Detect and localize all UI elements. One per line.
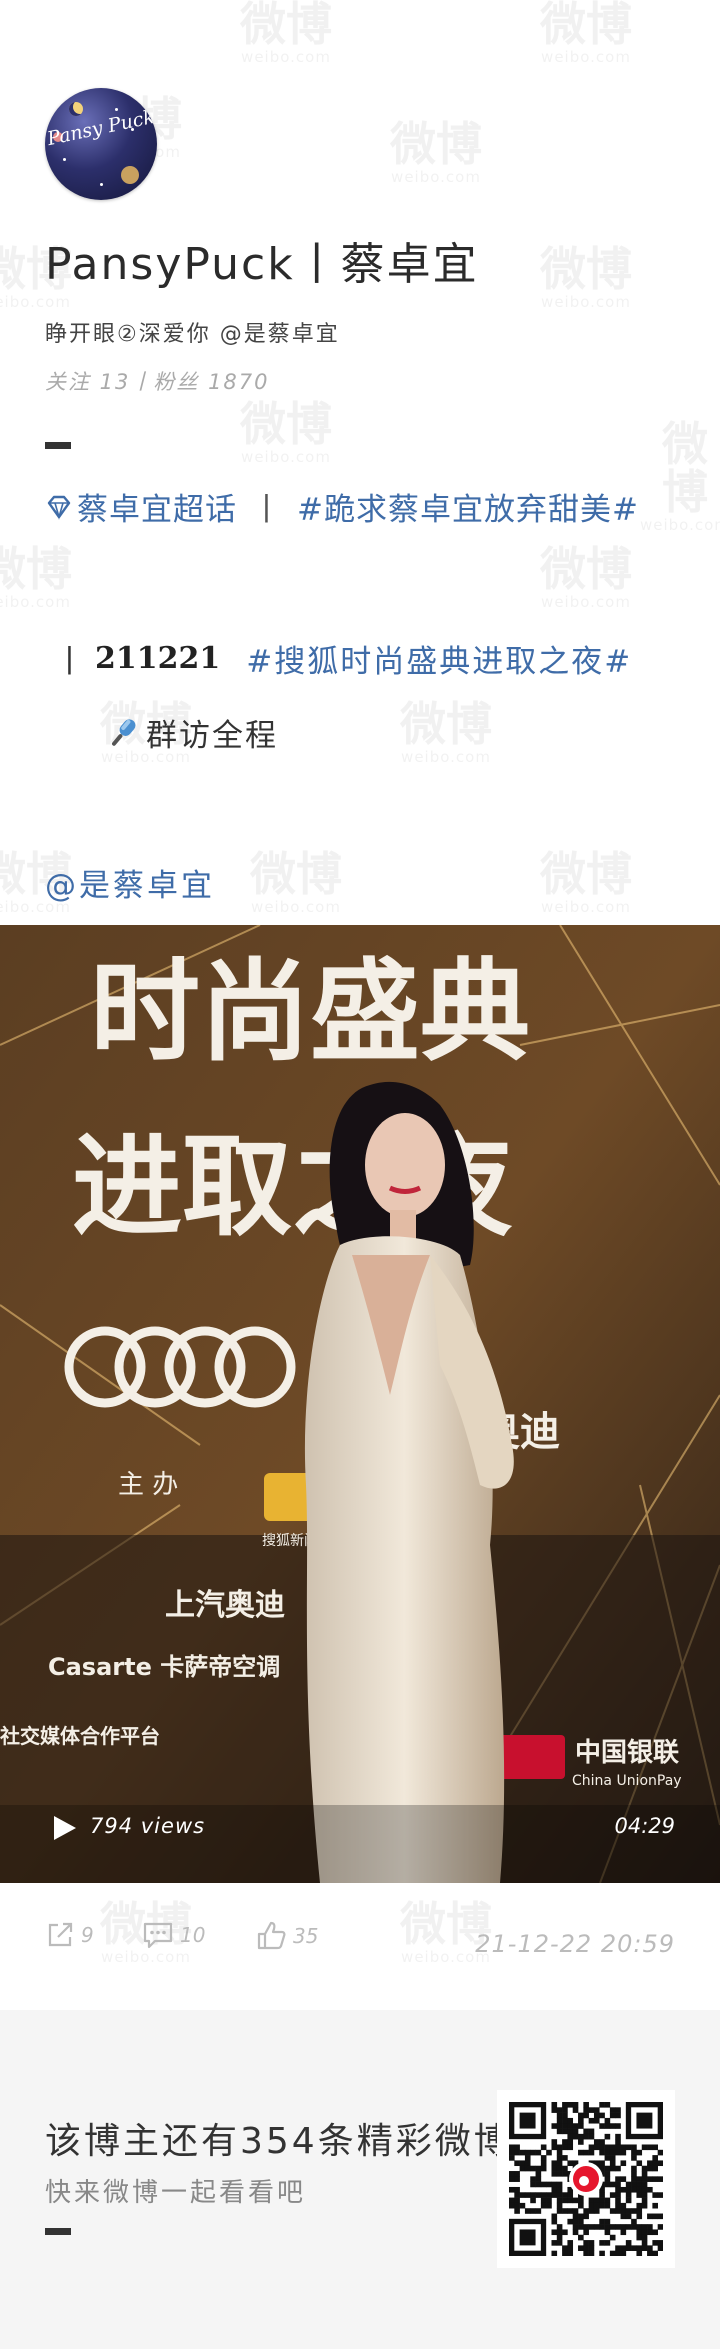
hashtag-link[interactable]: #跪求蔡卓宜放弃甜美# bbox=[297, 484, 639, 529]
weibo-watermark: 微博weibo.com bbox=[250, 847, 342, 916]
footer-subtitle: 快来微博一起看看吧 bbox=[45, 2178, 307, 2208]
repost-button[interactable]: 9 bbox=[45, 1920, 94, 1950]
backdrop-saic: 上汽奥迪 bbox=[165, 1588, 285, 1623]
post-timestamp: 21-12-22 20:59 bbox=[475, 1930, 675, 1958]
avatar[interactable]: Pansy Puck bbox=[45, 88, 157, 200]
star-decoration bbox=[63, 158, 66, 161]
repost-count: 9 bbox=[81, 1923, 94, 1947]
weibo-watermark: 微博weibo.com bbox=[240, 0, 332, 66]
profile-bio: 睁开眼②深爱你 @是蔡卓宜 bbox=[45, 322, 340, 347]
backdrop-unionpay-cn: 中国银联 bbox=[575, 1738, 679, 1768]
profile-name[interactable]: PansyPuck丨蔡卓宜 bbox=[45, 228, 479, 292]
profile-stats: 关注 13丨粉丝 1870 bbox=[45, 370, 270, 394]
video-view-count: 794 views bbox=[90, 1814, 206, 1838]
weibo-watermark: 微博weibo.com bbox=[400, 697, 492, 766]
event-line: 丨 211221 #搜狐时尚盛典进取之夜# bbox=[54, 636, 632, 681]
unionpay-logo bbox=[495, 1735, 565, 1779]
like-count: 35 bbox=[293, 1924, 319, 1948]
backdrop-title-line1: 时尚盛典 bbox=[90, 948, 530, 1076]
comment-icon bbox=[143, 1922, 173, 1949]
footer-divider bbox=[45, 2228, 71, 2235]
backdrop-casarte: Casarte 卡萨帝空调 bbox=[48, 1653, 280, 1681]
backdrop-media: 社交媒体合作平台 bbox=[0, 1724, 160, 1748]
moon-decoration bbox=[69, 102, 83, 116]
star-decoration bbox=[100, 183, 103, 186]
comment-button[interactable]: 10 bbox=[142, 1920, 205, 1950]
post-action-bar: 9 10 35 21-12-22 20:59 bbox=[0, 1920, 720, 1970]
section-divider bbox=[45, 442, 71, 449]
weibo-watermark: 微博weibo.com bbox=[540, 542, 632, 611]
star-decoration bbox=[115, 108, 118, 111]
weibo-watermark: 微博weibo.com bbox=[640, 417, 720, 534]
like-button[interactable]: 35 bbox=[255, 1920, 318, 1952]
repost-icon bbox=[48, 1922, 73, 1947]
avatar-logo-text: Pansy Puck bbox=[45, 105, 157, 151]
event-date: 211221 bbox=[95, 641, 221, 676]
weibo-watermark: 微博weibo.com bbox=[540, 0, 632, 66]
thumbs-up-icon bbox=[257, 1921, 286, 1950]
footer-title: 该博主还有354条精彩微博 bbox=[45, 2121, 513, 2162]
play-icon[interactable] bbox=[50, 1813, 78, 1843]
comment-count: 10 bbox=[180, 1923, 206, 1947]
weibo-watermark: 微博weibo.com bbox=[540, 242, 632, 311]
backdrop-unionpay-en: China UnionPay bbox=[572, 1773, 682, 1789]
qr-code-image bbox=[509, 2102, 663, 2256]
backdrop-host: 主 办 bbox=[118, 1470, 178, 1500]
interview-label: 群访全程 bbox=[146, 718, 278, 754]
weibo-watermark: 微博weibo.com bbox=[540, 847, 632, 916]
event-hashtag-link[interactable]: #搜狐时尚盛典进取之夜# bbox=[246, 636, 632, 681]
interview-line: 群访全程 bbox=[104, 710, 278, 755]
topic-separator: 丨 bbox=[251, 492, 283, 528]
video-duration: 04:29 bbox=[614, 1814, 675, 1838]
weibo-watermark: 微博weibo.com bbox=[390, 117, 482, 186]
weibo-watermark: 微博weibo.com bbox=[240, 397, 332, 466]
qr-code[interactable] bbox=[497, 2090, 675, 2268]
super-topic-link[interactable]: 蔡卓宜超话 bbox=[77, 484, 237, 529]
diamond-icon bbox=[47, 495, 71, 520]
video-frame: 时尚盛典 进取之夜 奥迪 主 办 搜狐新闻 上汽奥迪 Casarte 卡萨帝空调… bbox=[0, 925, 720, 1883]
weibo-watermark: 微博weibo.com bbox=[0, 542, 72, 611]
event-bar: 丨 bbox=[54, 644, 85, 680]
planet-decoration bbox=[121, 166, 139, 184]
user-mention-link[interactable]: @是蔡卓宜 bbox=[45, 860, 215, 905]
microphone-icon bbox=[112, 718, 136, 746]
topic-links: 蔡卓宜超话 丨 #跪求蔡卓宜放弃甜美# bbox=[45, 484, 639, 529]
video-player[interactable]: 时尚盛典 进取之夜 奥迪 主 办 搜狐新闻 上汽奥迪 Casarte 卡萨帝空调… bbox=[0, 925, 720, 1883]
